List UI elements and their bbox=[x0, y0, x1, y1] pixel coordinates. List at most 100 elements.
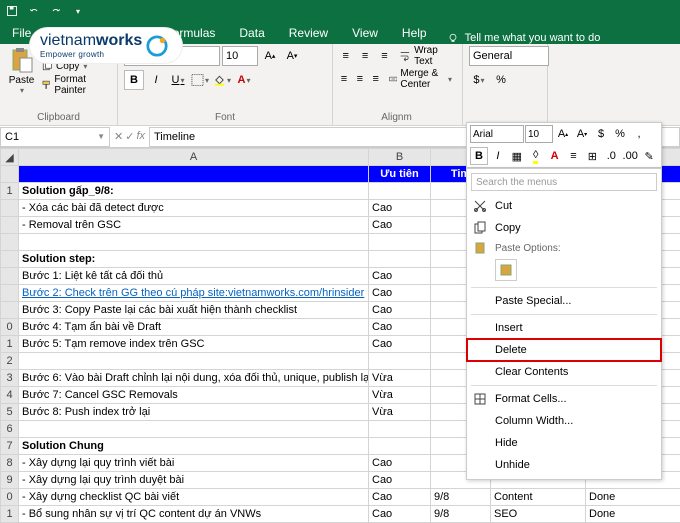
tab-review[interactable]: Review bbox=[277, 22, 340, 44]
cell[interactable]: Cao bbox=[369, 336, 431, 353]
chevron-down-icon[interactable]: ▼ bbox=[97, 132, 105, 141]
fill-color-button[interactable]: ▾ bbox=[212, 70, 232, 90]
paste-label[interactable]: Paste bbox=[9, 75, 35, 86]
align-right-icon[interactable]: ≡ bbox=[369, 69, 383, 89]
cell[interactable]: Solution gấp_9/8: bbox=[19, 183, 369, 200]
cell[interactable]: Content bbox=[491, 489, 586, 506]
cell[interactable]: - Xây dựng checklist QC bài viết bbox=[19, 489, 369, 506]
merge-center-button[interactable]: Merge & Center▾ bbox=[385, 69, 456, 89]
tab-data[interactable]: Data bbox=[227, 22, 276, 44]
row-header[interactable]: 1 bbox=[1, 183, 19, 200]
menu-clear-contents[interactable]: Clear Contents bbox=[467, 361, 661, 383]
mini-italic-button[interactable]: I bbox=[489, 147, 507, 165]
row-header[interactable]: 0 bbox=[1, 489, 19, 506]
cell[interactable]: - Bổ sung nhân sự vị trí QC content dự á… bbox=[19, 506, 369, 523]
underline-button[interactable]: U▾ bbox=[168, 70, 188, 90]
mini-inc-decimal-icon[interactable]: .00 bbox=[621, 147, 639, 165]
cell[interactable]: Cao bbox=[369, 217, 431, 234]
cell[interactable]: Done bbox=[586, 489, 680, 506]
menu-unhide[interactable]: Unhide bbox=[467, 454, 661, 476]
menu-delete[interactable]: Delete bbox=[467, 339, 661, 361]
row-header[interactable]: 6 bbox=[1, 421, 19, 438]
row-header[interactable] bbox=[1, 166, 19, 183]
cell[interactable]: Cao bbox=[369, 285, 431, 302]
row-header[interactable] bbox=[1, 251, 19, 268]
cell[interactable]: Cao bbox=[369, 268, 431, 285]
row-header[interactable] bbox=[1, 200, 19, 217]
italic-button[interactable]: I bbox=[146, 70, 166, 90]
align-left-icon[interactable]: ≡ bbox=[337, 69, 351, 89]
row-header[interactable] bbox=[1, 285, 19, 302]
tab-view[interactable]: View bbox=[340, 22, 390, 44]
row-header[interactable]: 7 bbox=[1, 438, 19, 455]
cell[interactable] bbox=[369, 251, 431, 268]
cell[interactable]: Done bbox=[586, 506, 680, 523]
row-header[interactable]: 8 bbox=[1, 455, 19, 472]
cell[interactable]: Cao bbox=[369, 319, 431, 336]
col-header-A[interactable]: A bbox=[19, 149, 369, 166]
cell[interactable]: Bước 5: Tạm remove index trên GSC bbox=[19, 336, 369, 353]
cell[interactable]: Bước 6: Vào bài Draft chỉnh lại nội dung… bbox=[19, 370, 369, 387]
increase-font-icon[interactable]: A▴ bbox=[260, 46, 280, 66]
align-center-icon[interactable]: ≡ bbox=[353, 69, 367, 89]
cell[interactable]: Bước 7: Cancel GSC Removals bbox=[19, 387, 369, 404]
undo-icon[interactable] bbox=[26, 3, 42, 19]
mini-bold-button[interactable]: B bbox=[470, 147, 488, 165]
cell[interactable]: Bước 8: Push index trở lại bbox=[19, 404, 369, 421]
currency-button[interactable]: $▾ bbox=[469, 70, 489, 90]
bold-button[interactable]: B bbox=[124, 70, 144, 90]
menu-insert[interactable]: Insert bbox=[467, 317, 661, 339]
redo-icon[interactable] bbox=[48, 3, 64, 19]
cell[interactable]: Bước 1: Liệt kê tất cả đối thủ bbox=[19, 268, 369, 285]
cell[interactable]: 9/8 bbox=[431, 506, 491, 523]
cell[interactable]: Vừa bbox=[369, 370, 431, 387]
border-button[interactable]: ▾ bbox=[190, 70, 210, 90]
cell[interactable]: Cao bbox=[369, 506, 431, 523]
paste-option-default[interactable] bbox=[495, 259, 517, 281]
row-header[interactable]: 4 bbox=[1, 387, 19, 404]
font-color-button[interactable]: A▾ bbox=[234, 70, 254, 90]
row-header[interactable]: 9 bbox=[1, 472, 19, 489]
row-header[interactable] bbox=[1, 268, 19, 285]
cell[interactable] bbox=[19, 421, 369, 438]
paste-dropdown-icon[interactable]: ▾ bbox=[20, 86, 24, 95]
row-header[interactable] bbox=[1, 302, 19, 319]
cell[interactable]: Cao bbox=[369, 455, 431, 472]
enter-formula-icon[interactable]: ✓ bbox=[125, 130, 134, 143]
cell[interactable]: Solution step: bbox=[19, 251, 369, 268]
font-size-select[interactable] bbox=[222, 46, 258, 66]
cell[interactable] bbox=[369, 421, 431, 438]
align-bottom-icon[interactable]: ≡ bbox=[376, 46, 393, 66]
align-top-icon[interactable]: ≡ bbox=[337, 46, 354, 66]
save-icon[interactable] bbox=[4, 3, 20, 19]
menu-cut[interactable]: Cut bbox=[467, 195, 661, 217]
cell[interactable]: Vừa bbox=[369, 404, 431, 421]
fx-icon[interactable]: fx bbox=[136, 130, 145, 143]
table-row[interactable]: 0- Xây dựng checklist QC bài viếtCao9/8C… bbox=[1, 489, 680, 506]
cell[interactable] bbox=[369, 234, 431, 251]
cell[interactable]: Bước 2: Check trên GG theo cú pháp site:… bbox=[19, 285, 369, 302]
cell[interactable]: Cao bbox=[369, 489, 431, 506]
cell[interactable]: Bước 4: Tạm ẩn bài về Draft bbox=[19, 319, 369, 336]
menu-hide[interactable]: Hide bbox=[467, 432, 661, 454]
mini-comma-icon[interactable]: , bbox=[630, 125, 648, 143]
row-header[interactable] bbox=[1, 217, 19, 234]
percent-button[interactable]: % bbox=[491, 70, 511, 90]
number-format-select[interactable] bbox=[469, 46, 549, 66]
cell[interactable]: - Xây dựng lại quy trình duyệt bài bbox=[19, 472, 369, 489]
mini-percent-icon[interactable]: % bbox=[611, 125, 629, 143]
row-header[interactable]: 2 bbox=[1, 353, 19, 370]
mini-size-select[interactable] bbox=[525, 125, 553, 143]
align-middle-icon[interactable]: ≡ bbox=[356, 46, 373, 66]
cancel-formula-icon[interactable]: ✕ bbox=[114, 130, 123, 143]
row-header[interactable]: 1 bbox=[1, 336, 19, 353]
mini-merge-icon[interactable]: ⊞ bbox=[583, 147, 601, 165]
row-header[interactable] bbox=[1, 234, 19, 251]
tell-me-search[interactable]: Tell me what you want to do bbox=[447, 32, 601, 44]
cell[interactable]: - Removal trên GSC bbox=[19, 217, 369, 234]
mini-dec-decimal-icon[interactable]: .0 bbox=[602, 147, 620, 165]
tab-help[interactable]: Help bbox=[390, 22, 439, 44]
mini-decrease-font-icon[interactable]: A▾ bbox=[573, 125, 591, 143]
cell[interactable]: - Xóa các bài đã detect được bbox=[19, 200, 369, 217]
cell[interactable]: 9/8 bbox=[431, 489, 491, 506]
